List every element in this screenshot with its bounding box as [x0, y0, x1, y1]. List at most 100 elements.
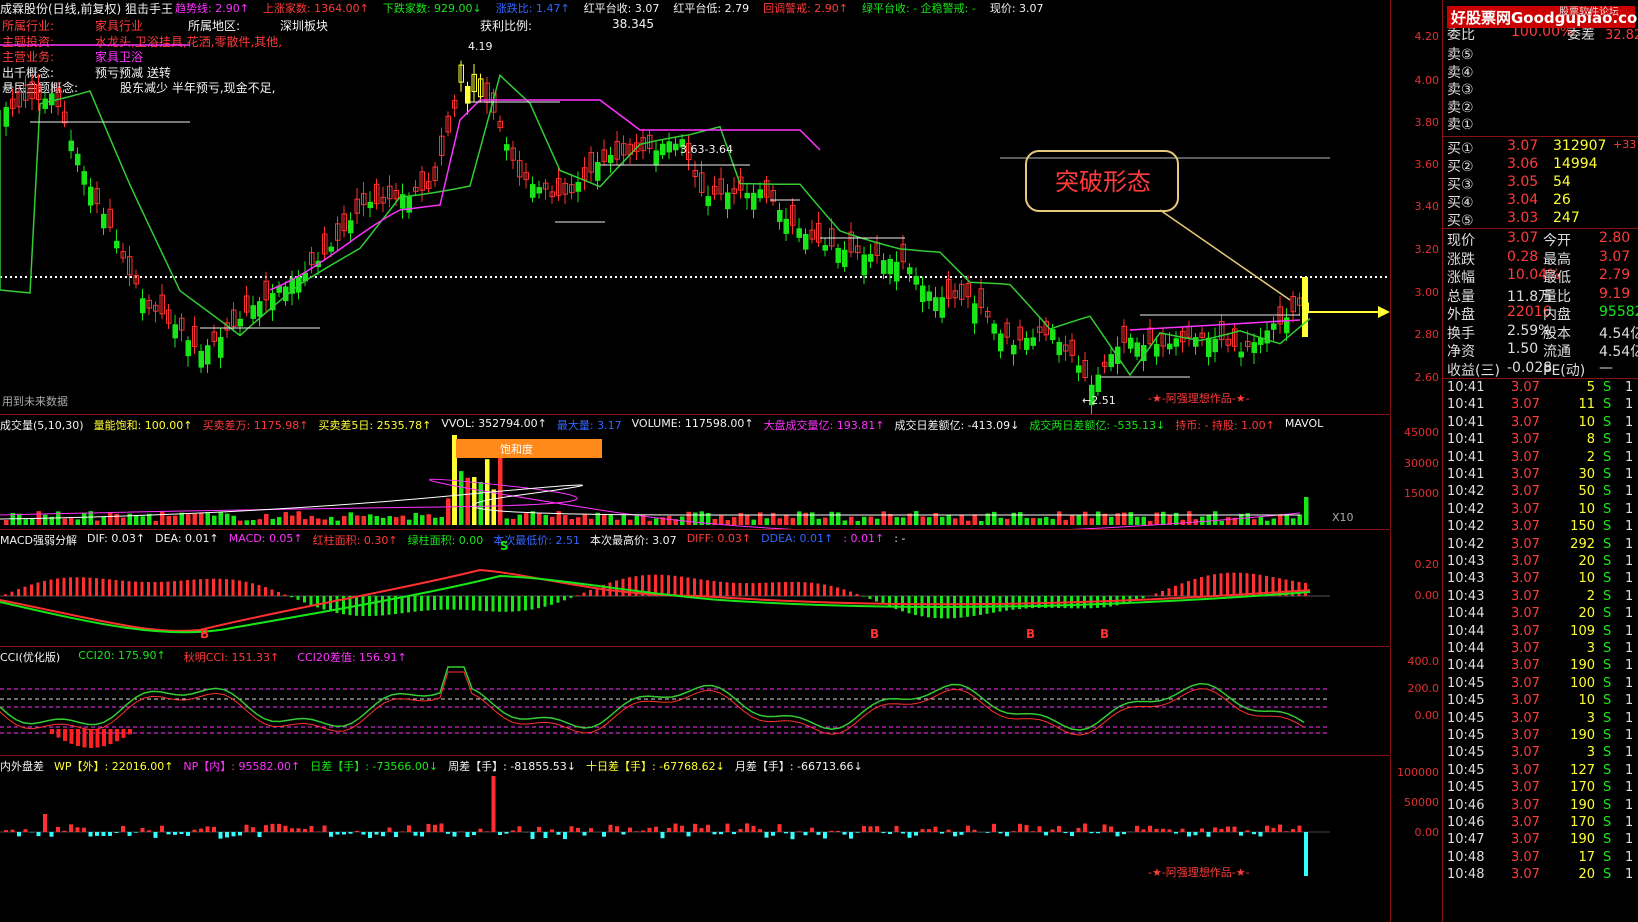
buy-row-0-label: 买①: [1447, 141, 1474, 157]
tick-row[interactable]: 10:43 3.07 10 S 1: [1445, 571, 1637, 589]
tick-count: 1: [1625, 554, 1634, 569]
tick-row[interactable]: 10:45 3.07 190 S 1: [1445, 728, 1637, 746]
tick-volume: 30: [1578, 467, 1595, 482]
candle-body: [926, 291, 932, 301]
tick-row[interactable]: 10:43 3.07 2 S 1: [1445, 589, 1637, 607]
wp-bar: [758, 829, 762, 832]
volume-bar: [439, 516, 444, 525]
tick-row[interactable]: 10:42 3.07 292 S 1: [1445, 537, 1637, 555]
tick-row[interactable]: 10:42 3.07 150 S 1: [1445, 519, 1637, 537]
wp-bar: [82, 827, 86, 832]
wp-bar: [186, 832, 190, 836]
tick-row[interactable]: 10:45 3.07 3 S 1: [1445, 711, 1637, 729]
candle-body: [595, 161, 601, 181]
tick-row[interactable]: 10:47 3.07 190 S 1: [1445, 832, 1637, 850]
tick-time: 10:42: [1447, 501, 1485, 517]
volume-bar: [725, 520, 730, 525]
tick-side: S: [1603, 571, 1612, 587]
tick-row[interactable]: 10:41 3.07 11 S 1: [1445, 397, 1637, 415]
price-tick-8: 2.60: [1414, 371, 1440, 384]
candle-body: [114, 240, 120, 249]
wp-chart[interactable]: [0, 756, 1390, 922]
cci-tick-1: 200.0: [1407, 682, 1440, 695]
tick-row[interactable]: 10:44 3.07 20 S 1: [1445, 606, 1637, 624]
volume-bar: [667, 515, 672, 525]
volume-bar: [719, 515, 724, 525]
volume-bar: [894, 517, 899, 525]
buy-row-1-label: 买②: [1447, 159, 1474, 175]
volume-bar: [140, 516, 145, 525]
candle-body: [575, 182, 581, 192]
wp-bar: [1115, 832, 1120, 837]
tick-price: 3.07: [1511, 658, 1540, 674]
candle-body: [348, 220, 354, 234]
volume-bar: [426, 514, 431, 525]
wp-bar: [231, 832, 236, 837]
tick-row[interactable]: 10:48 3.07 20 S 1: [1445, 867, 1637, 885]
macd-bar: [1167, 588, 1171, 596]
wp-bar: [1206, 832, 1211, 837]
volume-bar: [400, 515, 405, 525]
volume-bar: [1083, 511, 1088, 525]
volume-bar: [764, 518, 769, 525]
tick-time: 10:46: [1447, 797, 1485, 813]
volume-bar: [875, 518, 880, 525]
tick-row[interactable]: 10:46 3.07 170 S 1: [1445, 815, 1637, 833]
tick-row[interactable]: 10:45 3.07 170 S 1: [1445, 780, 1637, 798]
tick-row[interactable]: 10:43 3.07 20 S 1: [1445, 554, 1637, 572]
candlestick-chart[interactable]: [0, 0, 1390, 414]
wp-bar: [277, 823, 281, 832]
buy-row-4-label: 买⑤: [1447, 213, 1474, 229]
tick-row[interactable]: 10:41 3.07 8 S 1: [1445, 432, 1637, 450]
tick-row[interactable]: 10:41 3.07 2 S 1: [1445, 450, 1637, 468]
tick-time: 10:42: [1447, 536, 1485, 552]
volume-bar: [1005, 518, 1010, 525]
wp-bar: [75, 827, 80, 832]
tick-price: 3.07: [1511, 867, 1540, 883]
tick-row[interactable]: 10:41 3.07 5 S 1: [1445, 380, 1637, 398]
wp-bar: [296, 828, 301, 832]
candle-body: [198, 350, 204, 368]
volume-chart[interactable]: [0, 415, 1390, 529]
cci-chart[interactable]: [0, 647, 1390, 755]
macd-panel[interactable]: MACD强弱分解 DIF: 0.03↑ DEA: 0.01↑ MACD: 0.05↑ 红…: [0, 530, 1390, 646]
wp-bar: [1154, 828, 1159, 832]
volume-bar: [459, 471, 464, 525]
macd-chart[interactable]: S B B B B: [0, 530, 1390, 646]
tick-row[interactable]: 10:46 3.07 190 S 1: [1445, 798, 1637, 816]
wp-bar: [1096, 832, 1100, 834]
wp-bar: [862, 825, 866, 832]
tick-count: 1: [1625, 467, 1634, 482]
tick-row[interactable]: 10:45 3.07 10 S 1: [1445, 693, 1637, 711]
volume-bar: [823, 517, 828, 525]
tick-row[interactable]: 10:48 3.07 17 S 1: [1445, 850, 1637, 868]
tick-price: 3.07: [1511, 815, 1540, 830]
tick-row[interactable]: 10:42 3.07 50 S 1: [1445, 484, 1637, 502]
wp-bar: [361, 832, 366, 835]
wp-panel[interactable]: 内外盘差 WP【外】: 22016.00↑ NP【内】: 95582.00↑ 日差【手…: [0, 756, 1390, 922]
volume-bar: [686, 511, 691, 525]
wp-bar: [270, 823, 275, 832]
main-chart-panel[interactable]: 成霖股份(日线,前复权) 狙击手王 趋势线: 2.90↑ 上涨家数: 1364.0…: [0, 0, 1390, 414]
tick-row[interactable]: 10:44 3.07 190 S 1: [1445, 658, 1637, 676]
tick-row[interactable]: 10:45 3.07 100 S 1: [1445, 676, 1637, 694]
tick-row[interactable]: 10:44 3.07 3 S 1: [1445, 641, 1637, 659]
tick-count: 1: [1625, 797, 1634, 813]
stat-row-0-value1: 3.07: [1507, 230, 1539, 246]
tick-row[interactable]: 10:41 3.07 30 S 1: [1445, 467, 1637, 485]
tick-row[interactable]: 10:42 3.07 10 S 1: [1445, 502, 1637, 520]
tick-row[interactable]: 10:45 3.07 127 S 1: [1445, 763, 1637, 781]
macd-bar: [43, 580, 46, 596]
tick-row[interactable]: 10:45 3.07 3 S 1: [1445, 745, 1637, 763]
tick-row[interactable]: 10:41 3.07 10 S 1: [1445, 415, 1637, 433]
stat-row-6-value2: 4.54亿: [1599, 344, 1638, 360]
cci-panel[interactable]: CCI(优化版) CCI20: 175.90↑ 秋明CCI: 151.33↑ CCI2…: [0, 647, 1390, 755]
macd-bar: [121, 580, 124, 596]
tick-count: 1: [1625, 519, 1634, 535]
tick-volume: 3: [1586, 745, 1595, 761]
volume-panel[interactable]: 成交量(5,10,30) 量能饱和: 100.00↑ 买卖差万: 1175.98↑ 买…: [0, 415, 1390, 529]
candle-body: [530, 184, 536, 198]
tick-row[interactable]: 10:44 3.07 109 S 1: [1445, 624, 1637, 642]
sell-row-1: 卖④: [1445, 62, 1637, 81]
tick-count: 1: [1625, 728, 1634, 743]
